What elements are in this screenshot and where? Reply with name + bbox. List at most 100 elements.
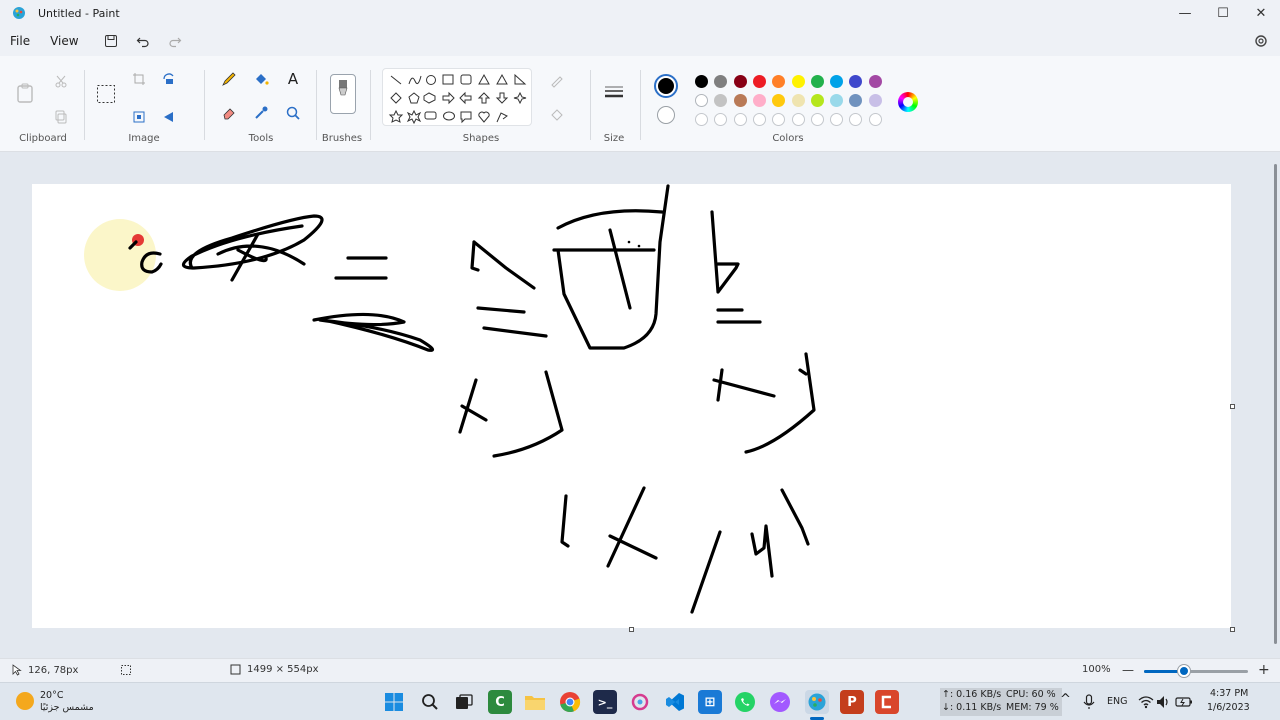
pencil-icon[interactable] (218, 68, 240, 90)
snipping-tool-icon[interactable] (628, 690, 652, 714)
color-swatch[interactable] (695, 94, 708, 107)
color-swatch[interactable] (733, 75, 747, 88)
shape-fill-icon[interactable] (546, 104, 568, 126)
select-icon[interactable] (94, 82, 118, 106)
color-picker-icon[interactable] (250, 102, 272, 124)
undo-icon[interactable] (127, 26, 159, 56)
resize-handle-bottom[interactable] (629, 627, 634, 632)
messenger-icon[interactable] (768, 690, 792, 714)
color-swatch[interactable] (868, 94, 882, 107)
resize-handle-corner[interactable] (1230, 627, 1235, 632)
clock-time[interactable]: 4:37 PM (1210, 688, 1248, 700)
minimize-button[interactable]: — (1166, 0, 1204, 26)
maximize-button[interactable]: ☐ (1204, 0, 1242, 26)
edit-colors-icon[interactable] (898, 92, 918, 112)
color-swatch[interactable] (772, 113, 786, 126)
weather-widget[interactable]: 20°C مشمس جزئيًا (14, 689, 114, 715)
color-swatch[interactable] (714, 94, 728, 107)
powershell-icon[interactable]: >_ (593, 690, 617, 714)
color-swatch[interactable] (714, 75, 728, 88)
drawing-canvas[interactable] (32, 184, 1231, 628)
crop-icon[interactable] (128, 68, 150, 90)
size-group: Size (596, 62, 632, 148)
eraser-icon[interactable] (218, 102, 240, 124)
color-swatch[interactable] (752, 75, 766, 88)
color-swatch[interactable] (772, 94, 786, 107)
color-swatch[interactable] (791, 113, 805, 126)
color-swatch[interactable] (791, 75, 805, 88)
flip-icon[interactable] (158, 106, 180, 128)
whatsapp-icon[interactable] (733, 690, 757, 714)
color-swatch[interactable] (830, 75, 844, 88)
language-indicator[interactable]: ENG (1107, 696, 1127, 708)
camtasia-icon[interactable]: C (488, 690, 512, 714)
camtasia-recorder-icon[interactable] (875, 690, 899, 714)
colors-group: Colors (646, 62, 930, 148)
outline-icon[interactable] (546, 70, 568, 92)
microphone-icon[interactable] (1077, 690, 1101, 714)
zoom-in-button[interactable]: + (1258, 662, 1270, 678)
color-swatch[interactable] (752, 94, 766, 107)
view-menu[interactable]: View (40, 34, 88, 48)
brush-icon[interactable] (330, 74, 356, 114)
paste-icon[interactable] (14, 82, 36, 104)
color-swatch[interactable] (810, 94, 824, 107)
tray-chevron[interactable]: ^ (1060, 693, 1071, 706)
color-swatch[interactable] (772, 75, 786, 88)
secondary-color[interactable] (657, 106, 675, 124)
save-icon[interactable] (95, 26, 127, 56)
zoom-out-button[interactable]: — (1122, 663, 1134, 677)
text-tool-icon[interactable]: A (282, 68, 304, 90)
color-swatch[interactable] (733, 113, 747, 126)
redo-icon[interactable] (159, 26, 191, 56)
shapes-gallery[interactable] (382, 68, 532, 126)
resize-handle-right[interactable] (1230, 404, 1235, 409)
paint-taskbar-icon[interactable] (805, 690, 829, 714)
color-swatch[interactable] (830, 113, 844, 126)
color-swatch[interactable] (733, 94, 747, 107)
color-swatch[interactable] (791, 94, 805, 107)
rotate-icon[interactable] (158, 68, 180, 90)
vscode-icon[interactable] (663, 690, 687, 714)
battery-icon[interactable] (1175, 690, 1193, 714)
settings-icon[interactable] (1252, 32, 1270, 50)
size-icon[interactable] (602, 80, 626, 104)
wifi-icon[interactable] (1137, 690, 1155, 714)
zoom-slider[interactable] (1144, 670, 1248, 673)
color-swatch[interactable] (849, 75, 863, 88)
cut-icon[interactable] (50, 70, 72, 92)
file-explorer-icon[interactable] (523, 690, 547, 714)
color-swatch[interactable] (830, 94, 844, 107)
zoom-slider-knob[interactable] (1178, 665, 1190, 677)
color-swatch[interactable] (752, 113, 766, 126)
zoom-level[interactable]: 100% (1082, 664, 1111, 675)
brushes-group: Brushes (320, 62, 364, 148)
color-swatch[interactable] (868, 75, 882, 88)
search-icon[interactable] (418, 690, 442, 714)
vertical-scrollbar[interactable] (1274, 164, 1277, 644)
store-icon[interactable]: ⊞ (698, 690, 722, 714)
volume-icon[interactable] (1155, 690, 1173, 714)
color-swatch[interactable] (695, 75, 708, 88)
clock-date[interactable]: 1/6/2023 (1207, 702, 1250, 714)
primary-color[interactable] (654, 74, 678, 98)
sketch-strokes (128, 184, 816, 614)
color-swatch[interactable] (695, 113, 708, 126)
task-view-icon[interactable] (452, 690, 476, 714)
magnifier-icon[interactable] (282, 102, 304, 124)
fill-icon[interactable] (250, 68, 272, 90)
copy-icon[interactable] (50, 106, 72, 128)
powerpoint-icon[interactable]: P (840, 690, 864, 714)
color-swatch[interactable] (849, 113, 863, 126)
color-swatch[interactable] (810, 113, 824, 126)
color-swatch[interactable] (868, 113, 882, 126)
selection-size (120, 664, 132, 676)
start-button[interactable] (382, 690, 406, 714)
chrome-icon[interactable] (558, 690, 582, 714)
close-button[interactable]: ✕ (1242, 0, 1280, 26)
file-menu[interactable]: File (0, 34, 40, 48)
color-swatch[interactable] (714, 113, 728, 126)
resize-icon[interactable] (128, 106, 150, 128)
color-swatch[interactable] (849, 94, 863, 107)
color-swatch[interactable] (810, 75, 824, 88)
